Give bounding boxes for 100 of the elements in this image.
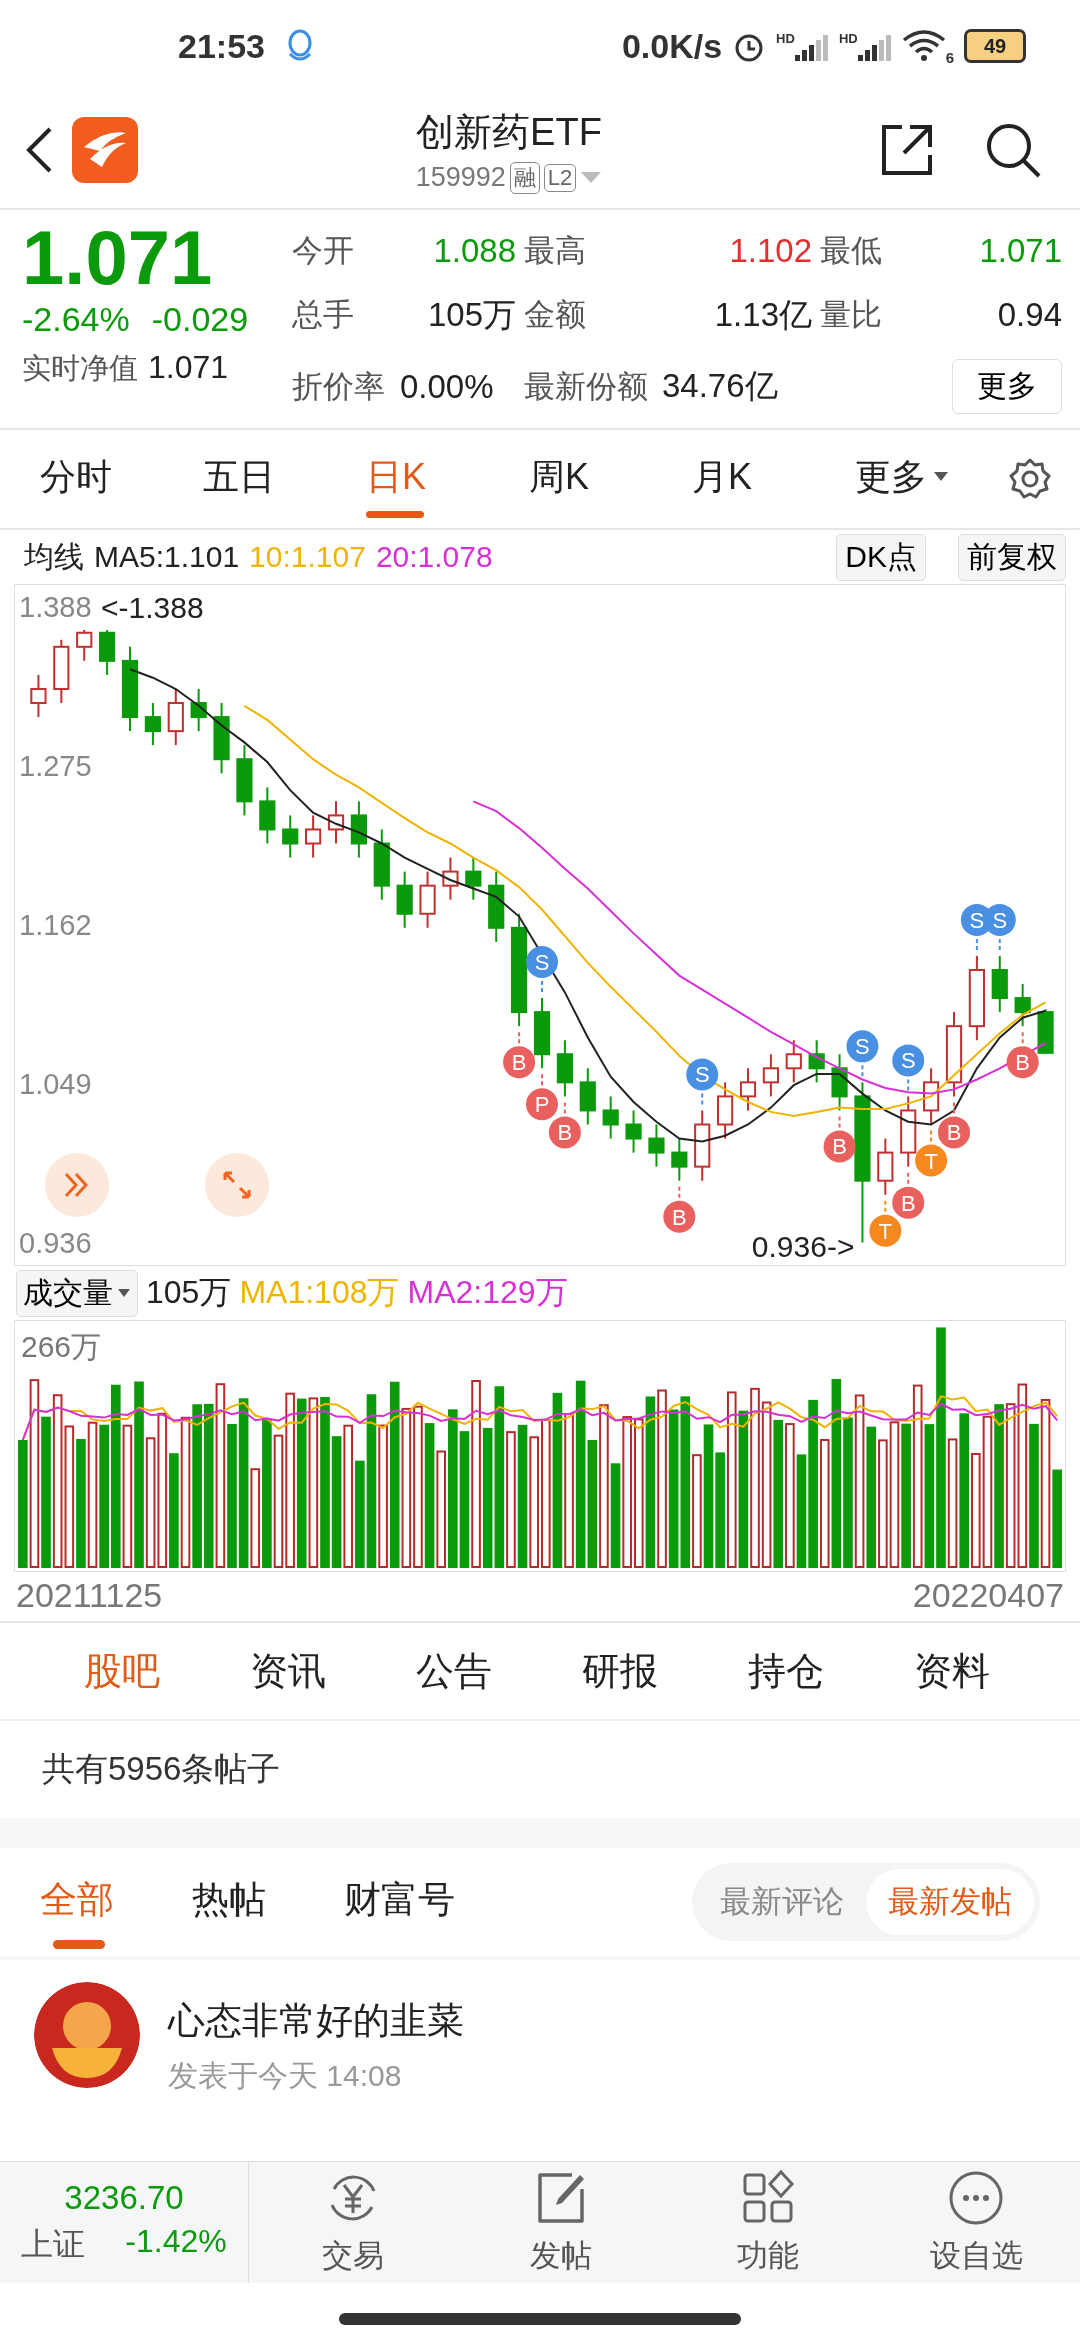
stat-value: 34.76亿 bbox=[662, 366, 779, 407]
sort-option[interactable]: 最新发帖 bbox=[866, 1869, 1034, 1935]
stat-value: 0.94 bbox=[996, 296, 1062, 335]
section-tab[interactable]: 资讯 bbox=[204, 1645, 370, 1697]
candlestick bbox=[991, 954, 1008, 1014]
candlestick bbox=[396, 870, 413, 929]
min-price-label: 0.936-> bbox=[751, 1230, 855, 1263]
axis-label: 1.275 bbox=[19, 750, 92, 783]
period-tab[interactable]: 日K bbox=[366, 438, 529, 520]
stat-label: 总手 bbox=[292, 296, 355, 335]
candlestick bbox=[144, 702, 161, 747]
candlestick bbox=[53, 638, 70, 704]
period-tab[interactable]: 月K bbox=[692, 438, 855, 520]
toolbar-button[interactable]: 发帖 bbox=[456, 2162, 665, 2283]
more-button[interactable]: 更多 bbox=[952, 359, 1062, 415]
search-icon[interactable] bbox=[984, 121, 1042, 179]
toolbar-button[interactable]: 设自选 bbox=[872, 2162, 1080, 2283]
candlestick bbox=[419, 870, 436, 929]
network-speed: 0.0K/s bbox=[621, 26, 723, 66]
candlestick bbox=[1037, 1008, 1054, 1054]
app-logo[interactable] bbox=[72, 117, 138, 183]
stat-label: 最新份额 bbox=[524, 367, 649, 406]
section-tab[interactable]: 公告 bbox=[370, 1645, 536, 1697]
stat-value: 0.00% bbox=[400, 367, 495, 406]
candlestick bbox=[808, 1039, 825, 1084]
clock-time: 21:53 bbox=[178, 26, 265, 66]
avatar-icon[interactable] bbox=[34, 1982, 140, 2088]
candlestick bbox=[579, 1067, 596, 1126]
network-type-label: HD bbox=[838, 31, 858, 46]
period-tab[interactable]: 更多 bbox=[855, 438, 1018, 520]
axis-label: 1.049 bbox=[19, 1067, 92, 1100]
toolbar-button[interactable]: 交易 bbox=[249, 2162, 457, 2283]
current-price: 1.071 bbox=[22, 216, 214, 300]
section-tab[interactable]: 资料 bbox=[868, 1645, 1034, 1697]
stat-label: 折价率 bbox=[292, 367, 386, 406]
period-tab[interactable]: 五日 bbox=[203, 438, 366, 520]
section-tab[interactable]: 持仓 bbox=[702, 1645, 868, 1697]
wifi-label: 6 bbox=[945, 48, 954, 66]
end-date: 20220407 bbox=[912, 1576, 1064, 1615]
candlestick bbox=[282, 814, 299, 859]
market-index-panel[interactable]: 3236.70 上证 -1.42% bbox=[0, 2162, 249, 2283]
post-tab[interactable]: 全部 bbox=[40, 1853, 114, 1951]
candlestick bbox=[167, 687, 184, 747]
candlestick bbox=[625, 1109, 642, 1154]
ma-value: 10:1.107 bbox=[249, 540, 366, 574]
axis-label: 266万 bbox=[21, 1329, 102, 1365]
ma-value: MA5:1.101 bbox=[94, 540, 240, 574]
wifi-icon bbox=[901, 30, 946, 62]
caret-icon bbox=[117, 1288, 131, 1298]
section-tab[interactable]: 研报 bbox=[536, 1645, 702, 1697]
stat-value: 1.071 bbox=[978, 231, 1062, 270]
stat-label: 金额 bbox=[524, 296, 587, 335]
toolbar-button[interactable]: 功能 bbox=[664, 2162, 873, 2283]
stat-value: 1.13亿 bbox=[713, 295, 812, 335]
ma-value: 20:1.078 bbox=[375, 540, 493, 574]
stock-code: 159992 bbox=[415, 162, 506, 193]
back-icon[interactable] bbox=[24, 126, 54, 174]
candlestick bbox=[305, 814, 322, 859]
tag-badge: 融 bbox=[509, 161, 540, 194]
candlestick bbox=[877, 1137, 894, 1196]
nav-value: 1.071 bbox=[148, 349, 229, 387]
volume-ma-value: MA2:129万 bbox=[407, 1273, 568, 1312]
settings-icon[interactable] bbox=[1008, 457, 1052, 501]
candlestick bbox=[602, 1095, 619, 1140]
max-price-label: <-1.388 bbox=[101, 591, 204, 624]
post-tab[interactable]: 热帖 bbox=[192, 1853, 266, 1951]
change-percent: -2.64% bbox=[22, 300, 130, 339]
axis-label: 0.936 bbox=[19, 1226, 92, 1259]
index-change: -1.42% bbox=[125, 2222, 227, 2261]
candlestick bbox=[739, 1067, 757, 1112]
stat-value: 1.102 bbox=[728, 231, 812, 270]
period-tab[interactable]: 分时 bbox=[40, 438, 203, 520]
stat-label: 量比 bbox=[820, 296, 883, 335]
indicator-selector[interactable]: 成交量 bbox=[16, 1269, 138, 1317]
chart-option-button[interactable]: 前复权 bbox=[958, 533, 1066, 581]
candlestick bbox=[465, 856, 482, 901]
author-name[interactable]: 心态非常好的韭菜 bbox=[168, 1996, 464, 2046]
chart-option-button[interactable]: DK点 bbox=[836, 533, 926, 581]
candlestick bbox=[350, 800, 367, 859]
caret-icon bbox=[933, 471, 949, 483]
start-date: 20211125 bbox=[16, 1576, 163, 1615]
expand-icon bbox=[222, 1170, 252, 1200]
ma-label: 均线 bbox=[24, 538, 84, 575]
stat-label: 今开 bbox=[292, 231, 355, 270]
stat-value: 105万 bbox=[426, 295, 516, 335]
candlestick bbox=[1014, 983, 1031, 1028]
axis-label: 1.388 bbox=[19, 591, 92, 624]
candlestick bbox=[442, 856, 459, 901]
change-value: -0.029 bbox=[151, 300, 249, 339]
candlestick bbox=[30, 673, 47, 719]
section-tab[interactable]: 股吧 bbox=[38, 1645, 204, 1697]
share-icon[interactable] bbox=[880, 123, 934, 177]
candlestick bbox=[76, 628, 93, 662]
candlestick bbox=[99, 628, 116, 676]
candlestick bbox=[831, 1053, 848, 1112]
post-tab[interactable]: 财富号 bbox=[344, 1853, 455, 1951]
stat-label: 最低 bbox=[820, 231, 883, 270]
candlestick bbox=[717, 1081, 734, 1140]
period-tab[interactable]: 周K bbox=[529, 438, 692, 520]
candlestick bbox=[671, 1137, 688, 1182]
